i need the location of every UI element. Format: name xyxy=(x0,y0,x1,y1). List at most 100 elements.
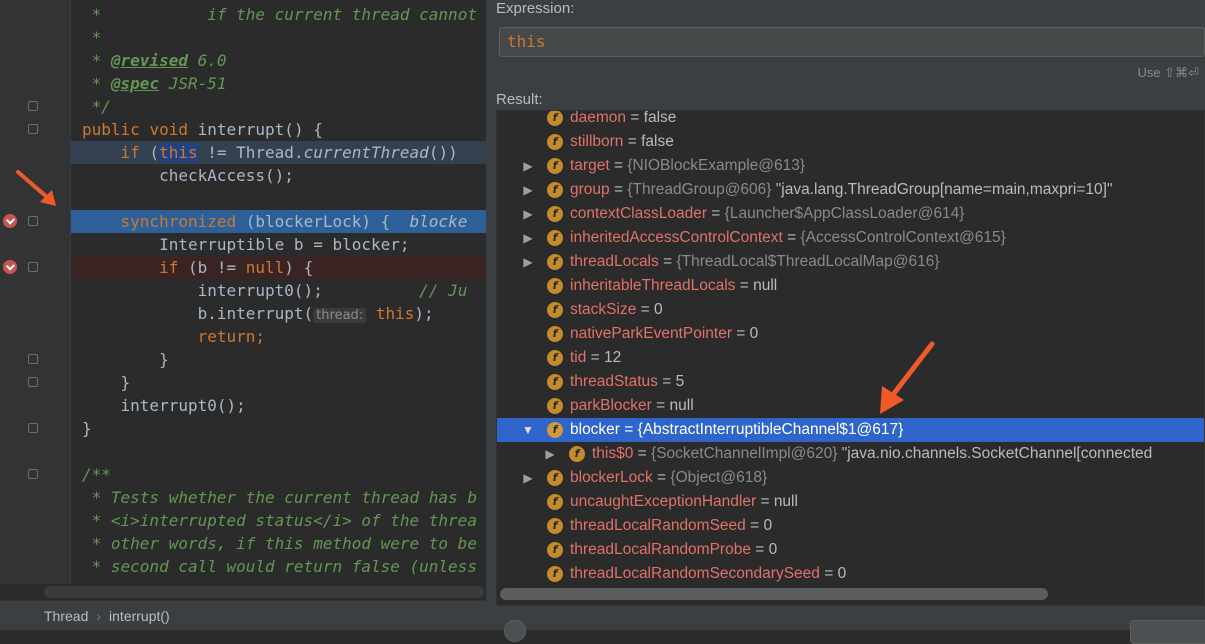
field-text: threadStatus = 5 xyxy=(570,370,684,394)
tree-row[interactable]: f stillborn = false xyxy=(497,130,1204,154)
field-icon: f xyxy=(547,470,563,486)
tree-row[interactable]: f threadLocalRandomSecondarySeed = 0 xyxy=(497,562,1204,586)
expand-down-icon[interactable]: ▼ xyxy=(522,418,534,442)
tree-row[interactable]: ▶ f target = {NIOBlockExample@613} xyxy=(497,154,1204,178)
field-type: {AccessControlContext@615} xyxy=(800,229,1006,246)
field-equals: = xyxy=(782,229,801,246)
tree-row[interactable]: f threadLocalRandomSeed = 0 xyxy=(497,514,1204,538)
breakpoint-icon[interactable] xyxy=(3,214,17,228)
tree-row[interactable]: ▼ f blocker = {AbstractInterruptibleChanne… xyxy=(497,418,1204,442)
code-line[interactable]: */ xyxy=(71,95,486,118)
expand-right-icon[interactable]: ▶ xyxy=(522,178,534,202)
field-name: inheritedAccessControlContext xyxy=(570,229,783,246)
field-icon: f xyxy=(547,158,563,174)
field-value: false xyxy=(643,110,677,126)
expand-right-icon[interactable]: ▶ xyxy=(522,202,534,226)
code-line[interactable]: } xyxy=(71,417,486,440)
tree-row[interactable]: ▶ f blockerLock = {Object@618} xyxy=(497,466,1204,490)
tree-row[interactable]: f tid = 12 xyxy=(497,346,1204,370)
code-line[interactable] xyxy=(71,187,486,210)
fold-marker[interactable] xyxy=(28,469,38,479)
code-line[interactable]: Interruptible b = blocker; xyxy=(71,233,486,256)
code-line[interactable]: * second call would return false (unless xyxy=(71,555,486,578)
result-horizontal-scrollbar[interactable] xyxy=(500,588,1048,600)
fold-marker[interactable] xyxy=(28,354,38,364)
field-type: {AbstractInterruptibleChannel$1@617} xyxy=(637,421,904,438)
tree-row[interactable]: f threadLocalRandomProbe = 0 xyxy=(497,538,1204,562)
fold-marker[interactable] xyxy=(28,423,38,433)
code-line[interactable]: * @spec JSR-51 xyxy=(71,72,486,95)
tree-row[interactable]: f nativeParkEventPointer = 0 xyxy=(497,322,1204,346)
code-token: if xyxy=(82,143,150,162)
code-token: void xyxy=(149,120,198,139)
field-name: threadLocals xyxy=(570,253,659,270)
code-line[interactable]: * @revised 6.0 xyxy=(71,49,486,72)
code-line[interactable]: b.interrupt(thread: this); xyxy=(71,302,486,325)
code-token: ()) xyxy=(428,143,458,162)
expand-right-icon[interactable]: ▶ xyxy=(522,226,534,250)
code-line[interactable]: * other words, if this method were to be xyxy=(71,532,486,555)
code-token: checkAccess(); xyxy=(82,166,294,185)
code-line[interactable]: synchronized (blockerLock) { blocke xyxy=(71,210,486,233)
fold-marker[interactable] xyxy=(28,101,38,111)
editor-gutter[interactable] xyxy=(0,0,70,584)
tree-row[interactable]: f threadStatus = 5 xyxy=(497,370,1204,394)
tree-row[interactable]: ▶ f this$0 = {SocketChannelImpl@620} "java… xyxy=(497,442,1204,466)
code-line[interactable] xyxy=(71,440,486,463)
code-line[interactable]: * <i>interrupted status</i> of the threa xyxy=(71,509,486,532)
code-line[interactable]: * Tests whether the current thread has b xyxy=(71,486,486,509)
tree-row[interactable]: ▶ f inheritedAccessControlContext = {Acces… xyxy=(497,226,1204,250)
fold-marker[interactable] xyxy=(28,216,38,226)
expand-right-icon[interactable]: ▶ xyxy=(522,250,534,274)
field-value: 0 xyxy=(837,565,847,582)
breadcrumb-method[interactable]: interrupt() xyxy=(109,608,170,624)
field-name: contextClassLoader xyxy=(570,205,707,222)
code-line[interactable]: interrupt0(); xyxy=(71,394,486,417)
field-text: tid = 12 xyxy=(570,346,621,370)
tree-row[interactable]: ▶ f group = {ThreadGroup@606} "java.lang.T… xyxy=(497,178,1204,202)
code-line[interactable]: return; xyxy=(71,325,486,348)
fold-marker[interactable] xyxy=(28,377,38,387)
expand-right-icon[interactable]: ▶ xyxy=(544,442,556,466)
field-equals: = xyxy=(657,373,676,390)
code-line[interactable]: interrupt0(); // Ju xyxy=(71,279,486,302)
expression-input[interactable]: this xyxy=(499,27,1205,57)
field-type: {ThreadLocal$ThreadLocalMap@616} xyxy=(676,253,940,270)
code-line[interactable]: public void interrupt() { xyxy=(71,118,486,141)
code-line[interactable]: * if the current thread cannot xyxy=(71,3,486,26)
field-equals: = xyxy=(619,421,638,438)
field-equals: = xyxy=(651,397,670,414)
close-button[interactable] xyxy=(1130,620,1205,644)
expand-right-icon[interactable]: ▶ xyxy=(522,154,534,178)
code-token: * <i>interrupted status</i> of the threa xyxy=(82,511,477,530)
field-text: stillborn = false xyxy=(570,130,674,154)
fold-marker[interactable] xyxy=(28,262,38,272)
code-token: 6.0 xyxy=(187,51,227,70)
expand-right-icon[interactable]: ▶ xyxy=(522,466,534,490)
breadcrumb-class[interactable]: Thread xyxy=(44,608,88,624)
code-line[interactable]: if (b != null) { xyxy=(71,256,486,279)
fold-marker[interactable] xyxy=(28,124,38,134)
code-line[interactable]: /** xyxy=(71,463,486,486)
tree-row[interactable]: ▶ f threadLocals = {ThreadLocal$ThreadLoca… xyxy=(497,250,1204,274)
tree-row[interactable]: ▶ f contextClassLoader = {Launcher$AppClas… xyxy=(497,202,1204,226)
editor-horizontal-scrollbar[interactable] xyxy=(44,586,484,598)
code-line[interactable]: } xyxy=(71,348,486,371)
tree-row[interactable]: f parkBlocker = null xyxy=(497,394,1204,418)
tree-row[interactable]: f daemon = false xyxy=(497,110,1204,130)
code-line[interactable]: } xyxy=(71,371,486,394)
code-token: * xyxy=(82,5,208,24)
result-tree[interactable]: f daemon = false f stillborn = false ▶ f targe… xyxy=(496,110,1205,606)
help-button[interactable] xyxy=(504,620,526,642)
code-line[interactable]: * xyxy=(71,26,486,49)
breakpoint-icon[interactable] xyxy=(3,260,17,274)
field-icon: f xyxy=(547,111,563,126)
code-token: * xyxy=(82,28,102,47)
code-editor[interactable]: * if the current thread cannot * * @revi… xyxy=(71,0,486,584)
tree-row[interactable]: f stackSize = 0 xyxy=(497,298,1204,322)
code-line[interactable]: if (this != Thread.currentThread()) xyxy=(71,141,486,164)
tree-row[interactable]: f uncaughtExceptionHandler = null xyxy=(497,490,1204,514)
code-line[interactable]: checkAccess(); xyxy=(71,164,486,187)
tree-row[interactable]: f inheritableThreadLocals = null xyxy=(497,274,1204,298)
code-token: if xyxy=(82,258,188,277)
